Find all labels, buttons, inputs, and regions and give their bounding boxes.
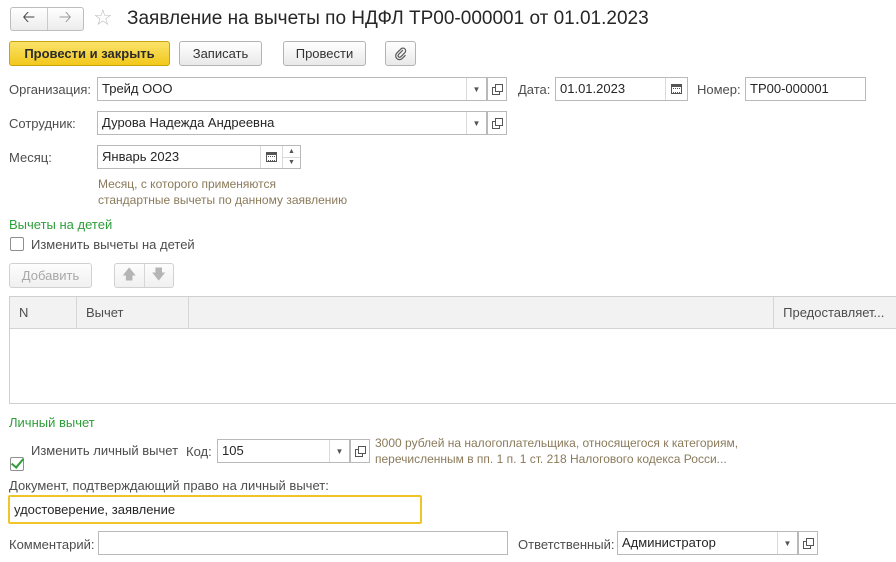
children-change-label[interactable]: Изменить вычеты на детей xyxy=(31,237,195,253)
open-icon xyxy=(492,84,503,95)
column-header-provides[interactable]: Предоставляет... xyxy=(774,297,896,328)
month-value: Январь 2023 xyxy=(102,149,180,164)
employee-open-button[interactable] xyxy=(487,111,507,135)
open-icon xyxy=(355,446,366,457)
page-title: Заявление на вычеты по НДФЛ ТР00-000001 … xyxy=(127,8,649,29)
save-button[interactable]: Записать xyxy=(179,41,262,66)
personal-change-label[interactable]: Изменить личный вычет xyxy=(31,443,178,459)
personal-change-checkbox[interactable] xyxy=(10,457,24,471)
comment-input[interactable] xyxy=(98,531,508,555)
date-field[interactable]: 01.01.2023 xyxy=(555,77,688,101)
calendar-icon xyxy=(671,84,682,94)
table-header: N Вычет Предоставляет... xyxy=(10,297,896,329)
move-buttons: 🡅 🡇 xyxy=(114,263,174,288)
children-section-title: Вычеты на детей xyxy=(9,217,113,232)
post-and-close-button[interactable]: Провести и закрыть xyxy=(9,41,170,66)
organization-label: Организация: xyxy=(9,82,92,97)
code-description-line2: перечисленным в пп. 1 п. 1 ст. 218 Налог… xyxy=(375,452,727,466)
post-button[interactable]: Провести xyxy=(283,41,366,66)
date-value: 01.01.2023 xyxy=(560,81,626,96)
chevron-down-icon[interactable]: ▼ xyxy=(777,532,797,554)
comment-label: Комментарий: xyxy=(9,537,95,552)
chevron-down-icon[interactable]: ▼ xyxy=(329,440,349,462)
open-icon xyxy=(492,118,503,129)
forward-button[interactable]: 🡢 xyxy=(46,8,84,30)
month-label: Месяц: xyxy=(9,150,52,165)
document-input[interactable] xyxy=(8,495,422,524)
number-field[interactable]: ТР00-000001 xyxy=(745,77,866,101)
month-hint-line2: стандартные вычеты по данному заявлению xyxy=(98,193,348,207)
responsible-open-button[interactable] xyxy=(798,531,818,555)
employee-field[interactable]: Дурова Надежда Андреевна ▼ xyxy=(97,111,487,135)
open-icon xyxy=(803,538,814,549)
document-label: Документ, подтверждающий право на личный… xyxy=(9,478,329,493)
move-up-button[interactable]: 🡅 xyxy=(115,264,144,287)
code-label: Код: xyxy=(186,444,212,459)
paperclip-icon xyxy=(394,47,406,60)
attach-button[interactable] xyxy=(385,41,416,66)
arrow-down-icon: 🡇 xyxy=(151,265,166,282)
column-header-n[interactable]: N xyxy=(10,297,77,328)
calendar-button[interactable] xyxy=(665,78,687,100)
code-description-line1: 3000 рублей на налогоплательщика, относя… xyxy=(375,436,739,450)
calendar-icon xyxy=(266,152,277,162)
code-field[interactable]: 105 ▼ xyxy=(217,439,350,463)
number-label: Номер: xyxy=(697,82,741,97)
month-stepper[interactable]: ▲ ▼ xyxy=(282,146,300,168)
calendar-button[interactable] xyxy=(260,146,282,168)
chevron-down-icon[interactable]: ▼ xyxy=(466,78,486,100)
children-change-checkbox[interactable] xyxy=(10,237,24,251)
column-header-empty[interactable] xyxy=(189,297,775,328)
move-down-button[interactable]: 🡇 xyxy=(143,264,174,287)
month-hint-line1: Месяц, с которого применяются xyxy=(98,177,276,191)
organization-field[interactable]: Трейд ООО ▼ xyxy=(97,77,487,101)
organization-value: Трейд ООО xyxy=(102,81,173,96)
employee-label: Сотрудник: xyxy=(9,116,76,131)
arrow-right-icon: 🡢 xyxy=(58,8,72,26)
responsible-value: Администратор xyxy=(622,535,716,550)
responsible-label: Ответственный: xyxy=(518,537,615,552)
chevron-down-icon[interactable]: ▼ xyxy=(466,112,486,134)
number-value: ТР00-000001 xyxy=(750,81,829,96)
code-open-button[interactable] xyxy=(350,439,370,463)
children-table: N Вычет Предоставляет... xyxy=(9,296,896,404)
month-field[interactable]: Январь 2023 ▲ ▼ xyxy=(97,145,301,169)
back-button[interactable]: 🡠 xyxy=(11,8,47,30)
personal-section-title: Личный вычет xyxy=(9,415,95,430)
navigation-buttons: 🡠 🡢 xyxy=(10,7,84,31)
employee-value: Дурова Надежда Андреевна xyxy=(102,115,275,130)
code-value: 105 xyxy=(222,443,244,458)
organization-open-button[interactable] xyxy=(487,77,507,101)
chevron-down-icon[interactable]: ▼ xyxy=(283,156,300,169)
arrow-up-icon: 🡅 xyxy=(122,265,137,282)
chevron-up-icon[interactable]: ▲ xyxy=(283,146,300,157)
star-icon[interactable]: ☆ xyxy=(93,6,113,30)
date-label: Дата: xyxy=(518,82,551,97)
column-header-deduction[interactable]: Вычет xyxy=(77,297,189,328)
arrow-left-icon: 🡠 xyxy=(22,8,36,26)
responsible-field[interactable]: Администратор ▼ xyxy=(617,531,798,555)
add-button[interactable]: Добавить xyxy=(9,263,92,288)
